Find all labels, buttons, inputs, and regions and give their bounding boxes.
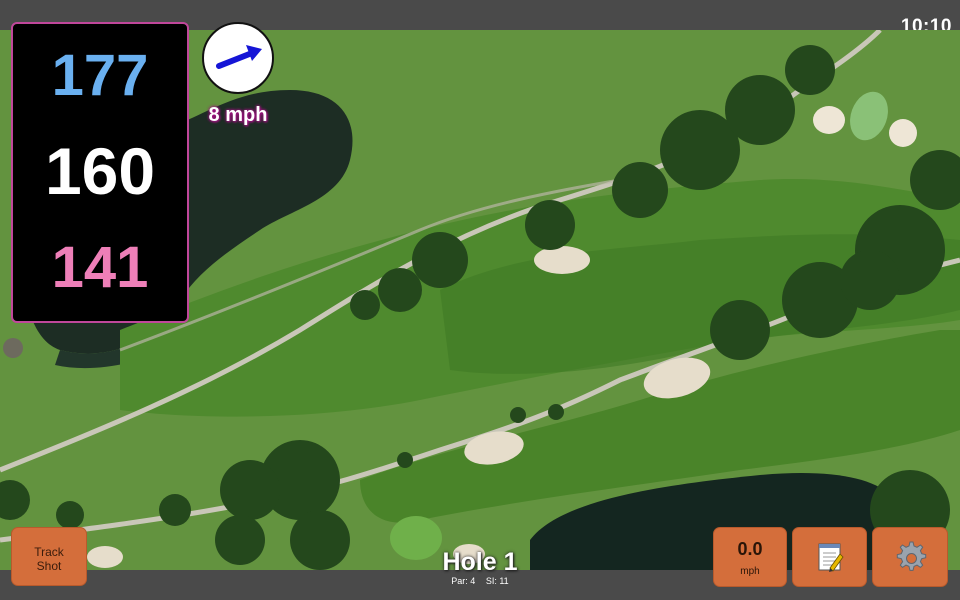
yardage-panel: 177 160 141 <box>11 22 189 323</box>
track-shot-button[interactable]: Track Shot <box>11 527 87 586</box>
hole-par: Par: 4 <box>451 576 476 586</box>
speed-value: 0.0 <box>737 539 763 559</box>
center-of-green-distance: 160 <box>44 134 156 208</box>
wind-speed: 8 mph <box>208 104 268 126</box>
back-of-green-distance: 177 <box>51 43 149 108</box>
front-of-green-distance: 141 <box>51 235 149 300</box>
wind-direction-dial <box>202 22 274 94</box>
notes-button[interactable] <box>792 527 867 587</box>
speed-button[interactable]: 0.0 mph <box>713 527 787 587</box>
track-shot-label-line1: Track <box>34 545 64 559</box>
hole-info: Par: 4 SI: 11 <box>380 576 580 586</box>
wind-direction-arrow-icon <box>216 45 262 69</box>
gear-icon <box>896 541 927 571</box>
notepad-icon <box>818 543 844 572</box>
hole-stroke-index: SI: 11 <box>485 576 509 586</box>
hole-title: Hole 1 <box>442 548 518 576</box>
settings-button[interactable] <box>872 527 948 587</box>
track-shot-label-line2: Shot <box>36 559 62 573</box>
speed-unit: mph <box>740 566 760 577</box>
